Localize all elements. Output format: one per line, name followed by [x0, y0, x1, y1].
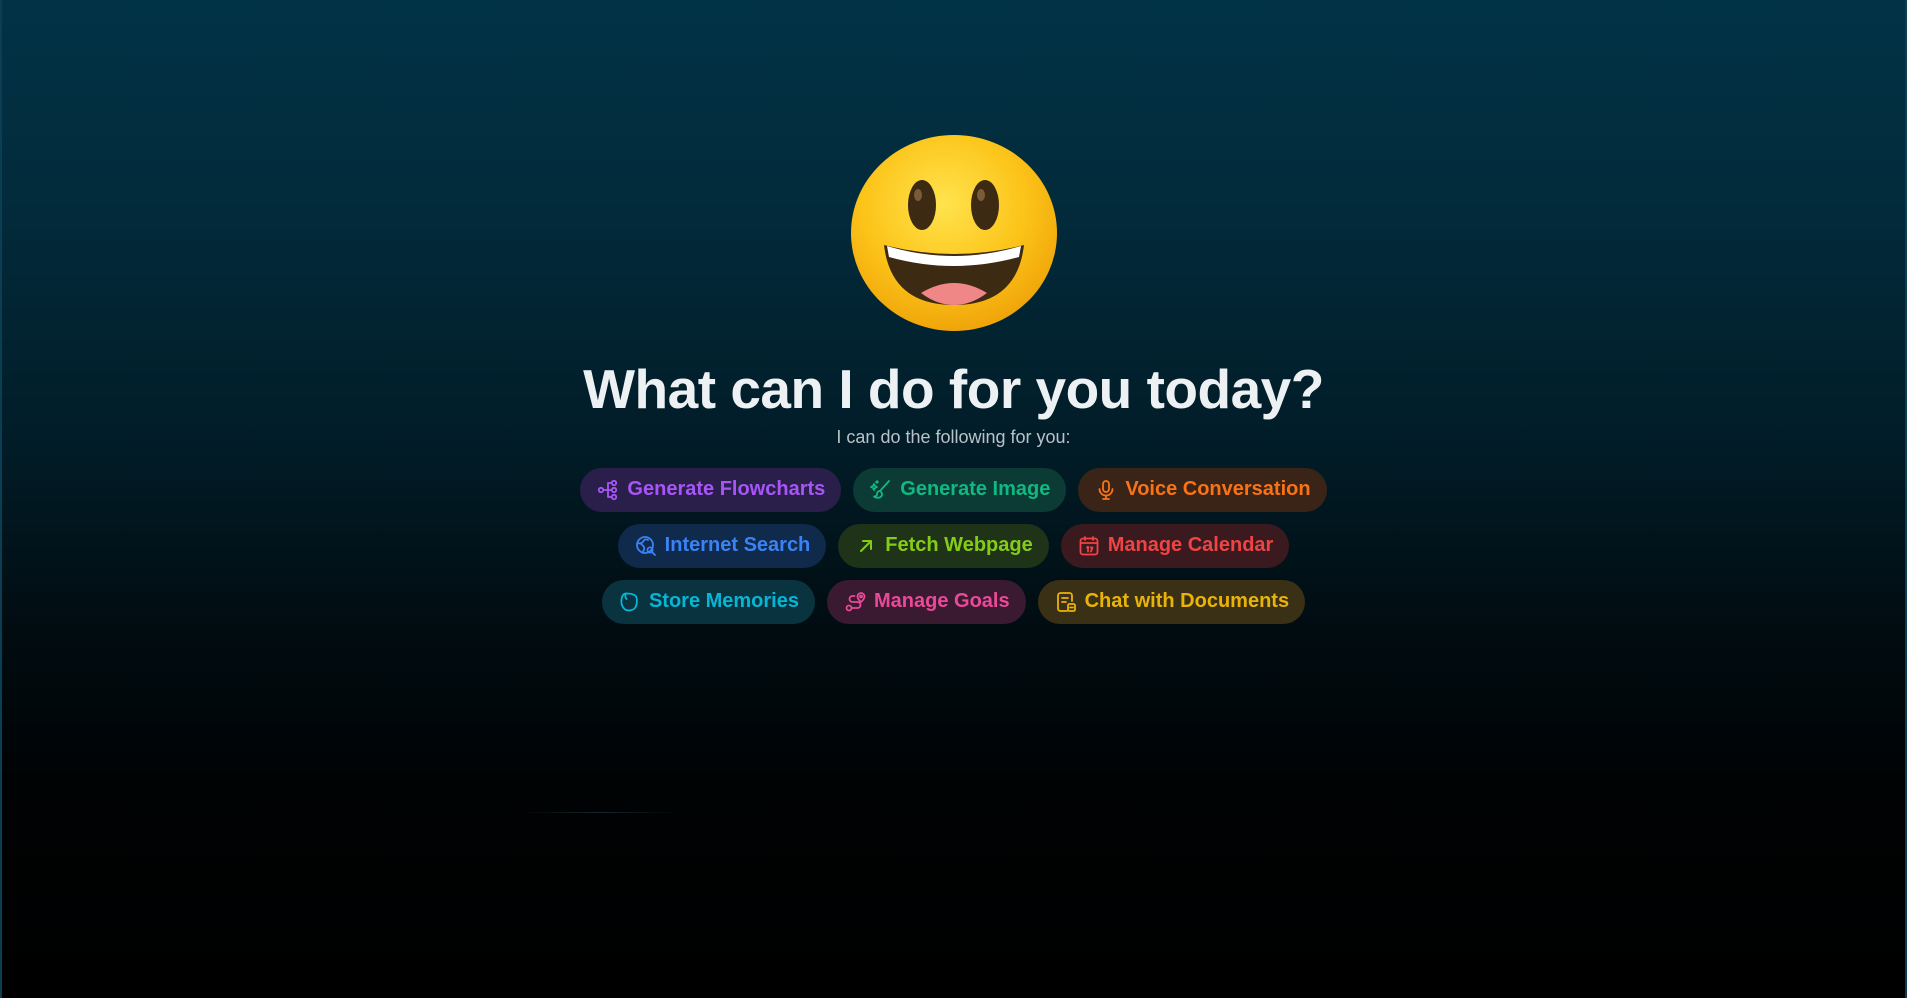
document-chat-icon [1056, 591, 1076, 612]
chip-label: Store Memories [648, 590, 799, 612]
chip-row: Store Memories Manage Goals Chat with Do… [601, 579, 1306, 624]
chip-label: Generate Flowcharts [627, 478, 826, 500]
faint-divider [520, 812, 680, 813]
chip-label: Internet Search [664, 534, 811, 556]
welcome-hero: What can I do for you today? I can do th… [0, 0, 1907, 624]
image-brush-icon [870, 479, 891, 499]
generate-image-chip[interactable]: Generate Image [853, 467, 1067, 512]
memory-icon [620, 592, 638, 611]
goal-route-icon [845, 591, 866, 611]
manage-calendar-chip[interactable]: Manage Calendar [1060, 523, 1290, 568]
chat-with-documents-chip[interactable]: Chat with Documents [1037, 579, 1306, 624]
store-memories-chip[interactable]: Store Memories [601, 579, 815, 624]
chip-label: Generate Image [900, 478, 1051, 500]
arrow-up-right-icon [860, 539, 873, 552]
flowchart-icon [598, 479, 618, 500]
chip-row: Generate Flowcharts Generate Image Voice… [580, 467, 1327, 512]
voice-conversation-chip[interactable]: Voice Conversation [1078, 467, 1327, 512]
calendar-icon [1079, 535, 1099, 555]
fetch-webpage-chip[interactable]: Fetch Webpage [838, 523, 1049, 568]
generate-flowcharts-chip[interactable]: Generate Flowcharts [580, 467, 842, 512]
microphone-icon [1098, 479, 1114, 500]
page-title: What can I do for you today? [583, 358, 1324, 420]
chip-label: Manage Calendar [1107, 534, 1274, 556]
page-subtitle: I can do the following for you: [836, 426, 1071, 447]
chip-label: Manage Goals [874, 590, 1010, 612]
chip-label: Voice Conversation [1125, 478, 1311, 500]
grinning-face-icon [849, 133, 1059, 333]
chip-label: Fetch Webpage [885, 534, 1033, 556]
globe-search-icon [635, 535, 656, 556]
chip-label: Chat with Documents [1084, 590, 1290, 612]
chip-row: Internet Search Fetch Webpage Manage Cal… [617, 523, 1290, 568]
capability-chips: Generate Flowcharts Generate Image Voice… [580, 467, 1327, 624]
manage-goals-chip[interactable]: Manage Goals [827, 579, 1026, 624]
internet-search-chip[interactable]: Internet Search [617, 523, 827, 568]
